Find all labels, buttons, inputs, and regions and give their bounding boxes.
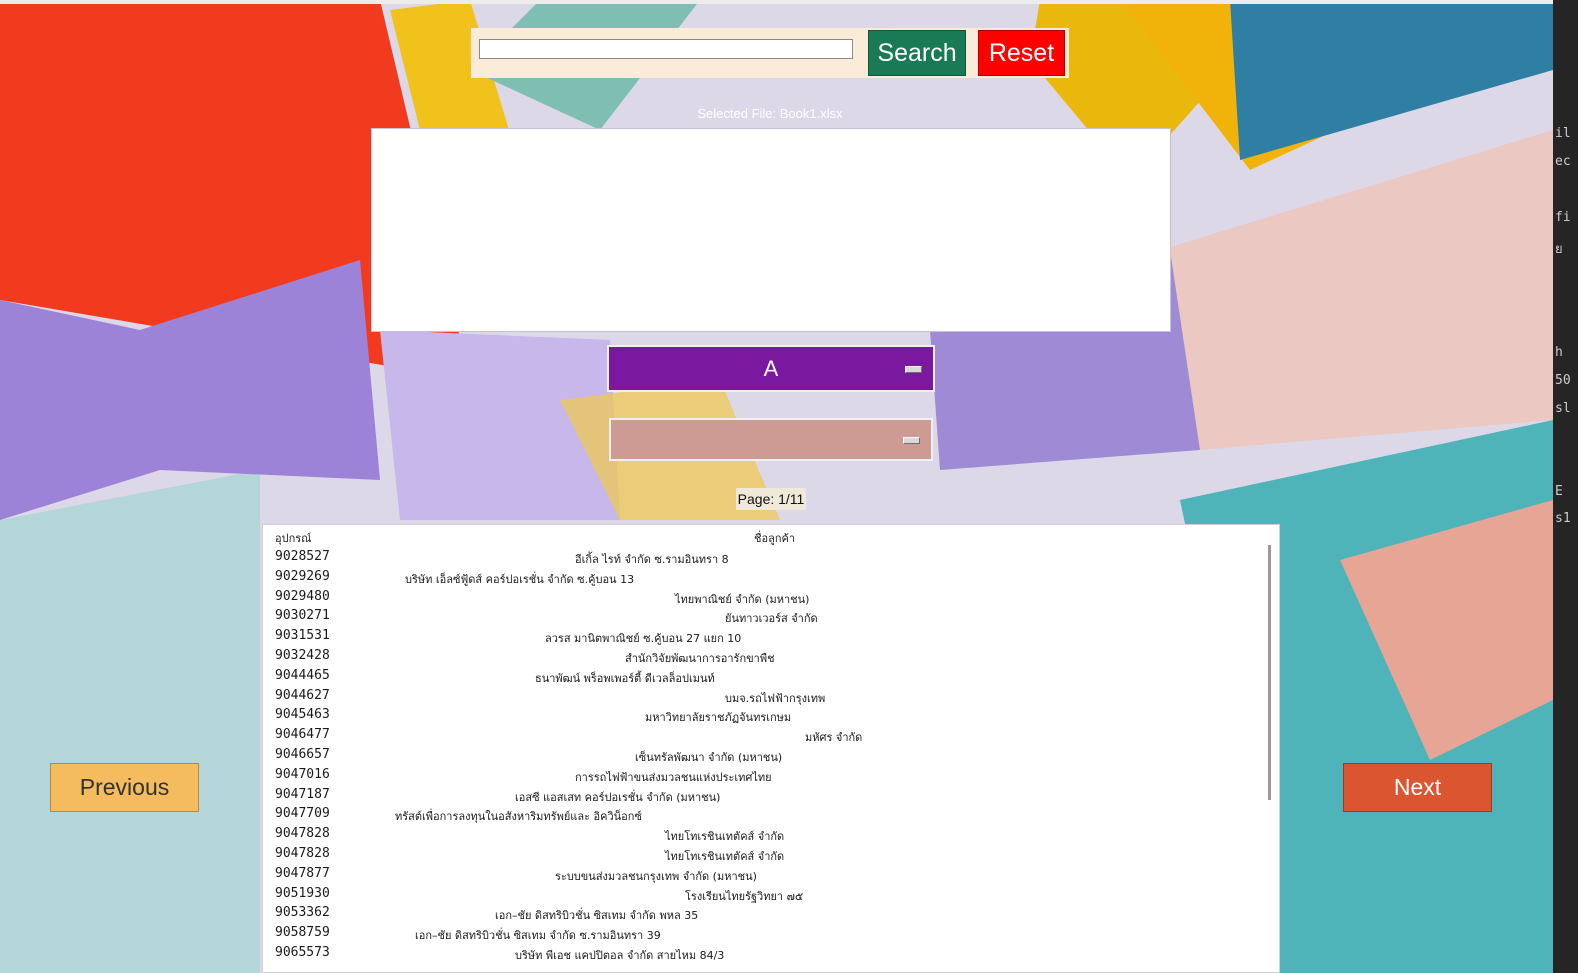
editor-code-fragment: il <box>1555 126 1571 141</box>
dropdown-indicator-icon <box>905 365 922 373</box>
previous-button[interactable]: Previous <box>50 763 199 812</box>
customer-name-cell: มหาวิทยาลัยราชภัฏจันทรเกษม <box>645 711 792 725</box>
device-code-cell: 9046657 <box>275 747 330 762</box>
customer-name-cell: ทรัสต์เพื่อการลงทุนในอสังหาริมทรัพย์และ … <box>395 810 642 824</box>
device-code-cell: 9032428 <box>275 648 330 663</box>
device-code-cell: 9030271 <box>275 608 330 624</box>
editor-code-fragment: ec <box>1555 154 1571 169</box>
file-preview-box <box>371 128 1171 332</box>
customer-name-cell: ระบบขนส่งมวลชนกรุงเทพ จำกัด (มหาชน) <box>555 869 757 883</box>
customer-name-cell: ลวรส มานิตพาณิชย์ ซ.คู้บอน 27 แยก 10 <box>545 632 742 646</box>
dropdown-indicator-icon <box>903 436 920 444</box>
editor-code-fragment: ย <box>1555 242 1563 257</box>
device-code-cell: 9044465 <box>275 667 330 683</box>
customer-name-cell: ไทยโทเรชินเทตัคส์ จำกัด <box>665 830 785 844</box>
device-code-cell: 9047828 <box>275 846 330 861</box>
device-code-cell: 9045463 <box>275 707 330 723</box>
results-table[interactable]: อุปกรณ์ ชื่อลูกค้า 9028527 อีเกิ้ล ไรท์ จ… <box>262 524 1280 973</box>
device-code-cell: 9044627 <box>275 687 330 703</box>
selected-file-label: Selected File: Book1.xlsx <box>697 106 843 121</box>
device-code-cell: 9053362 <box>275 905 330 921</box>
device-code-cell: 9029269 <box>275 568 330 584</box>
customer-name-cell: การรถไฟฟ้าขนส่งมวลชนแห่งประเทศไทย <box>575 770 772 784</box>
device-code-cell: 9028527 <box>275 549 330 564</box>
customer-name-cell: ไทยพาณิชย์ จำกัด (มหาชน) <box>675 592 810 606</box>
customer-name-cell: สำนักวิจัยพัฒนาการอารักขาพืช <box>625 652 775 665</box>
editor-edge-panel: il ec fi ย h 50 sl Es1 <box>1553 0 1578 973</box>
page-indicator: Page: 1/11 <box>736 488 806 510</box>
search-bar: Search Reset <box>471 28 1069 78</box>
next-button[interactable]: Next <box>1343 763 1492 812</box>
column-header-customer: ชื่อลูกค้า <box>754 532 796 545</box>
column-dropdown[interactable]: A <box>607 345 935 392</box>
editor-code-fragment: h <box>1555 345 1563 360</box>
editor-code-fragment: E <box>1555 484 1563 499</box>
customer-name-cell: มหัศร จำกัด <box>805 731 863 745</box>
customer-name-cell: ยันทาวเวอร์ส จำกัด <box>725 612 818 626</box>
editor-code-fragment: fi <box>1555 210 1571 225</box>
search-input[interactable] <box>479 39 853 59</box>
device-code-cell: 9047828 <box>275 826 330 842</box>
device-code-cell: 9047877 <box>275 865 330 881</box>
results-header: อุปกรณ์ ชื่อลูกค้า <box>275 529 795 547</box>
editor-code-fragment: 50 <box>1555 373 1571 388</box>
device-code-cell: 9047709 <box>275 806 330 822</box>
column-header-device: อุปกรณ์ <box>275 532 312 545</box>
device-code-cell: 9058759 <box>275 925 330 941</box>
device-code-cell: 9031531 <box>275 628 330 644</box>
customer-name-cell: อีเกิ้ล ไรท์ จำกัด ซ.รามอินทรา 8 <box>575 553 729 566</box>
device-code-cell: 9046477 <box>275 727 330 743</box>
scrollbar[interactable] <box>1268 545 1271 800</box>
customer-name-cell: ไทยโทเรชินเทตัคส์ จำกัด <box>665 850 785 863</box>
editor-code-fragment: sl <box>1555 401 1571 416</box>
customer-name-cell: โรงเรียนไทยรัฐวิทยา ๗๕ <box>685 889 804 903</box>
customer-name-cell: เซ็นทรัลพัฒนา จำกัด (มหาชน) <box>635 751 783 764</box>
device-code-cell: 9047187 <box>275 786 330 802</box>
device-code-cell: 9047016 <box>275 766 330 782</box>
search-button[interactable]: Search <box>868 30 966 76</box>
editor-code-fragment: s1 <box>1555 511 1571 526</box>
customer-name-cell: เอก–ชัย ดิสทริบิวชั่น ซิสเทม จำกัด ซ.ราม… <box>415 929 661 943</box>
column-dropdown-value: A <box>763 355 779 381</box>
device-code-cell: 9051930 <box>275 885 330 901</box>
customer-name-cell: บริษัท เอ็ลซ์ฟู้ดส์ คอร์ปอเรชั่น จำกัด ซ… <box>405 572 635 586</box>
window-top-border <box>0 0 1578 4</box>
customer-name-cell: เอสซี แอสเสท คอร์ปอเรชั่น จำกัด (มหาชน) <box>515 790 721 804</box>
device-code-cell: 9065573 <box>275 945 330 960</box>
customer-name-cell: บมจ.รถไฟฟ้ากรุงเทพ <box>725 691 826 705</box>
customer-name-cell: เอก–ชัย ดิสทริบิวชั่น ซิสเทม จำกัด พหล 3… <box>495 909 699 923</box>
value-dropdown[interactable] <box>609 418 933 461</box>
customer-name-cell: บริษัท พีเอช แคปปิตอล จำกัด สายไหม 84/3 <box>515 949 725 962</box>
reset-button[interactable]: Reset <box>978 30 1065 76</box>
device-code-cell: 9029480 <box>275 588 330 604</box>
customer-name-cell: ธนาพัฒน์ พร็อพเพอร์ตี้ ดีเวลล็อปเมนท์ <box>535 671 715 685</box>
